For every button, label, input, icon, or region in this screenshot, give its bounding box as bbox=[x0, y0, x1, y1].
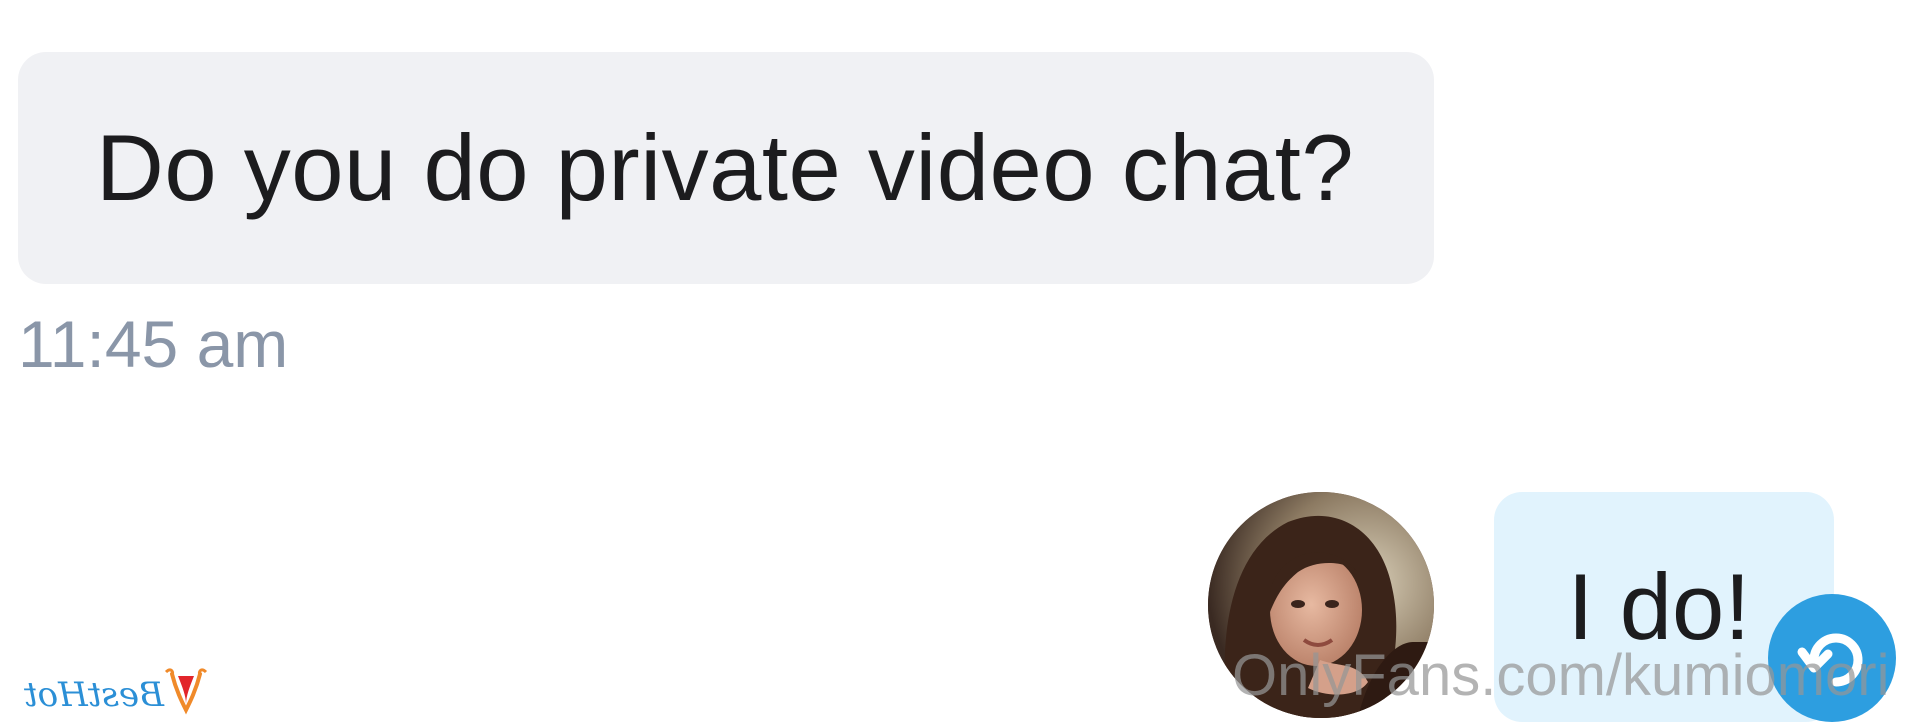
chat-view: Do you do private video chat? 11:45 am I… bbox=[0, 0, 1920, 725]
incoming-message-bubble: Do you do private video chat? bbox=[18, 52, 1434, 284]
besthot-logo: BestHot bbox=[6, 662, 210, 722]
svg-text:BestHot: BestHot bbox=[24, 675, 165, 715]
incoming-message-text: Do you do private video chat? bbox=[96, 115, 1355, 220]
message-timestamp: 11:45 am bbox=[18, 307, 289, 381]
watermark-text: OnlyFans.com/kumiomori bbox=[1232, 643, 1890, 708]
logo-mark: BestHot bbox=[24, 668, 208, 715]
